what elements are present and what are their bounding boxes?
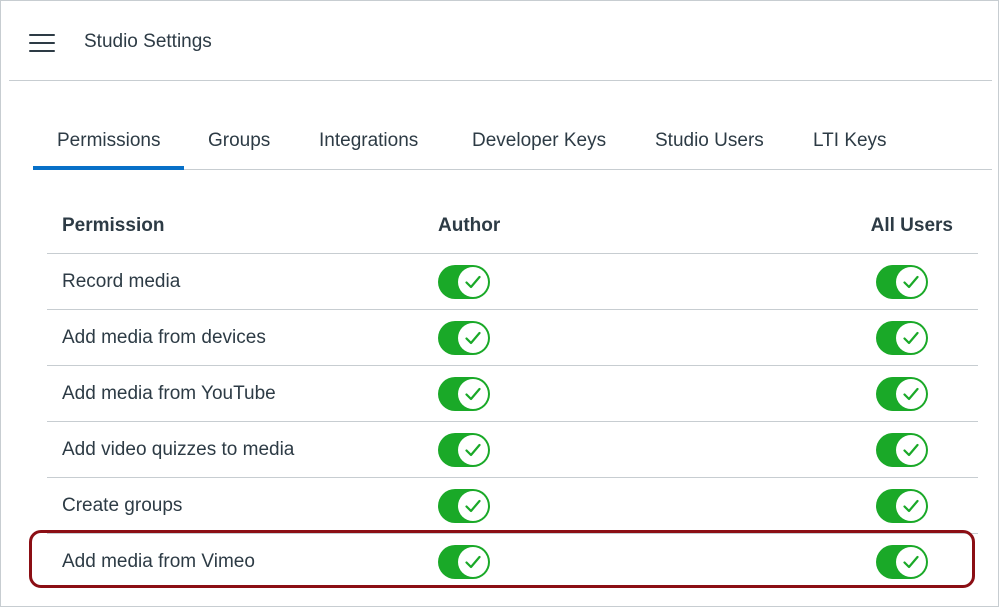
checkmark-icon — [903, 331, 919, 345]
toggle-knob — [458, 547, 488, 577]
author-toggle[interactable] — [438, 265, 490, 299]
tab-integrations[interactable]: Integrations — [319, 113, 418, 167]
checkmark-icon — [465, 331, 481, 345]
page-header: Studio Settings — [9, 1, 992, 81]
table-header-row: Permission Author All Users — [47, 198, 978, 254]
all-users-toggle[interactable] — [876, 265, 928, 299]
hamburger-line — [29, 50, 55, 52]
permission-label: Add video quizzes to media — [62, 439, 295, 460]
permissions-table: Permission Author All Users Record media… — [47, 198, 978, 589]
tab-lti-keys[interactable]: LTI Keys — [813, 113, 887, 167]
toggle-knob — [896, 491, 926, 521]
permission-label: Create groups — [62, 495, 183, 516]
all-users-toggle[interactable] — [876, 321, 928, 355]
checkmark-icon — [465, 275, 481, 289]
page-title: Studio Settings — [84, 31, 212, 52]
toggle-knob — [458, 491, 488, 521]
checkmark-icon — [465, 499, 481, 513]
table-row: Record media — [47, 254, 978, 310]
toggle-knob — [896, 435, 926, 465]
toggle-knob — [458, 267, 488, 297]
author-toggle[interactable] — [438, 489, 490, 523]
toggle-knob — [896, 323, 926, 353]
tab-studio-users[interactable]: Studio Users — [655, 113, 764, 167]
checkmark-icon — [903, 499, 919, 513]
permission-label: Add media from devices — [62, 327, 266, 348]
permission-label: Add media from Vimeo — [62, 551, 255, 572]
all-users-toggle[interactable] — [876, 545, 928, 579]
all-users-toggle[interactable] — [876, 433, 928, 467]
tab-groups[interactable]: Groups — [208, 113, 270, 167]
checkmark-icon — [903, 555, 919, 569]
table-row: Create groups — [47, 478, 978, 534]
all-users-toggle[interactable] — [876, 489, 928, 523]
checkmark-icon — [903, 443, 919, 457]
hamburger-menu-icon[interactable] — [29, 34, 55, 52]
hamburger-line — [29, 34, 55, 36]
tab-developer-keys[interactable]: Developer Keys — [472, 113, 606, 167]
permission-label: Add media from YouTube — [62, 383, 276, 404]
checkmark-icon — [465, 555, 481, 569]
column-header-author: Author — [438, 215, 501, 236]
settings-window: Studio Settings Permissions Groups Integ… — [0, 0, 999, 607]
author-toggle[interactable] — [438, 321, 490, 355]
checkmark-icon — [465, 387, 481, 401]
column-header-permission: Permission — [62, 215, 165, 236]
checkmark-icon — [465, 443, 481, 457]
settings-tabs: Permissions Groups Integrations Develope… — [33, 113, 992, 170]
toggle-knob — [896, 267, 926, 297]
checkmark-icon — [903, 275, 919, 289]
table-row: Add media from YouTube — [47, 366, 978, 422]
author-toggle[interactable] — [438, 377, 490, 411]
toggle-knob — [458, 435, 488, 465]
author-toggle[interactable] — [438, 545, 490, 579]
toggle-knob — [458, 379, 488, 409]
table-row: Add video quizzes to media — [47, 422, 978, 478]
column-header-all-users: All Users — [870, 215, 953, 236]
toggle-knob — [896, 379, 926, 409]
checkmark-icon — [903, 387, 919, 401]
hamburger-line — [29, 42, 55, 44]
tab-permissions[interactable]: Permissions — [33, 113, 184, 170]
permission-label: Record media — [62, 271, 181, 292]
toggle-knob — [458, 323, 488, 353]
table-row: Add media from devices — [47, 310, 978, 366]
toggle-knob — [896, 547, 926, 577]
all-users-toggle[interactable] — [876, 377, 928, 411]
author-toggle[interactable] — [438, 433, 490, 467]
table-row: Add media from Vimeo — [47, 534, 978, 589]
